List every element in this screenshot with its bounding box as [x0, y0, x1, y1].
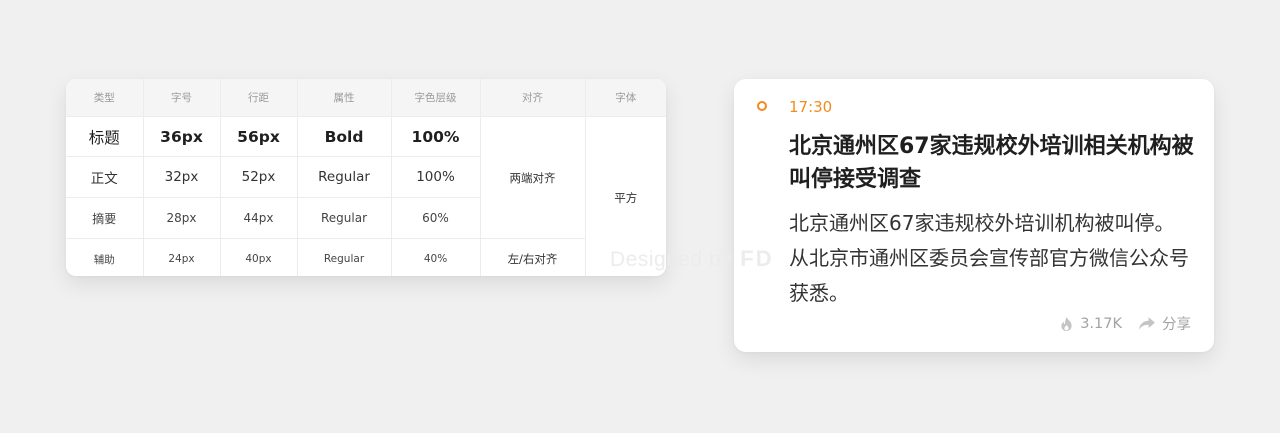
header-align: 对齐 — [479, 79, 585, 117]
news-title[interactable]: 北京通州区67家违规校外培训相关机构被叫停接受调查 — [789, 130, 1194, 196]
header-type: 类型 — [66, 79, 143, 117]
cell-color-level: 100% — [390, 116, 480, 157]
flame-icon — [1061, 316, 1072, 331]
cell-weight: Regular — [296, 156, 391, 198]
cell-line-height: 56px — [219, 116, 297, 157]
cell-type: 标题 — [66, 116, 143, 157]
share-label: 分享 — [1162, 317, 1191, 333]
cell-type: 摘要 — [66, 197, 143, 239]
cell-color-level: 100% — [390, 156, 480, 198]
cell-align-left-right: 左/右对齐 — [479, 238, 585, 276]
cell-type: 正文 — [66, 156, 143, 198]
cell-align-justify: 两端对齐 — [479, 116, 585, 239]
hot-count[interactable]: 3.17K — [1059, 316, 1122, 332]
share-button[interactable]: 分享 — [1138, 313, 1191, 334]
header-font: 字体 — [584, 79, 666, 117]
cell-line-height: 40px — [219, 238, 297, 276]
cell-size: 36px — [142, 116, 220, 157]
header-size: 字号 — [142, 79, 220, 117]
typography-spec-table: 类型 字号 行距 属性 字色层级 对齐 字体 标题 36px 56px Bold… — [66, 79, 666, 276]
share-arrow-icon — [1139, 317, 1155, 330]
cell-type: 辅助 — [66, 238, 143, 276]
cell-size: 28px — [142, 197, 220, 239]
news-time: 17:30 — [789, 98, 833, 116]
typography-spec-card: 类型 字号 行距 属性 字色层级 对齐 字体 标题 36px 56px Bold… — [66, 79, 666, 276]
cell-line-height: 44px — [219, 197, 297, 239]
header-weight: 属性 — [296, 79, 391, 117]
watermark-text: Designed by — [610, 248, 733, 271]
cell-weight: Regular — [296, 197, 391, 239]
cell-line-height: 52px — [219, 156, 297, 198]
designer-watermark: Designed by FD — [610, 246, 774, 272]
watermark-logo: FD — [740, 246, 774, 271]
news-card[interactable]: 17:30 北京通州区67家违规校外培训相关机构被叫停接受调查 北京通州区67家… — [734, 79, 1214, 352]
news-summary: 北京通州区67家违规校外培训机构被叫停。从北京市通州区委员会宣传部官方微信公众号… — [789, 211, 1189, 305]
cell-size: 32px — [142, 156, 220, 198]
circle-dot-icon — [757, 101, 767, 111]
cell-weight: Bold — [296, 116, 391, 157]
cell-color-level: 60% — [390, 197, 480, 239]
hot-count-value: 3.17K — [1080, 315, 1122, 332]
news-footer: 3.17K 分享 — [1059, 313, 1191, 334]
table-header-row: 类型 字号 行距 属性 字色层级 对齐 字体 — [66, 79, 666, 117]
table-row: 标题 36px 56px Bold 100% 两端对齐 平方 — [66, 116, 666, 276]
cell-weight: Regular — [296, 238, 391, 276]
table-row: 辅助 24px 40px Regular 40% 左/右对齐 — [66, 238, 666, 276]
header-color-level: 字色层级 — [390, 79, 480, 117]
cell-size: 24px — [142, 238, 220, 276]
cell-color-level: 40% — [390, 238, 480, 276]
header-line-height: 行距 — [219, 79, 297, 117]
